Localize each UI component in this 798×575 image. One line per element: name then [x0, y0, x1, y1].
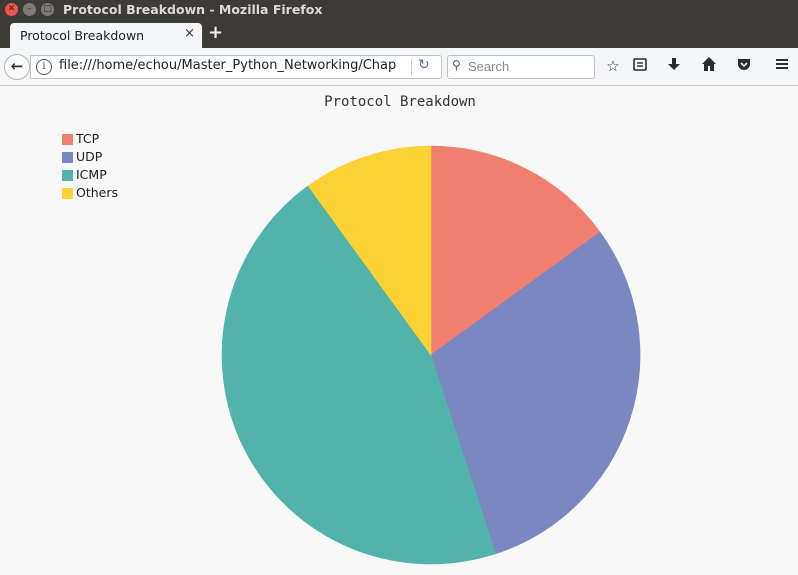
legend-label: Others — [76, 185, 119, 200]
reload-icon[interactable]: ↻ — [418, 57, 430, 73]
back-button[interactable]: ← — [4, 54, 30, 80]
navigation-toolbar: ← i file:///home/echou/Master_Python_Net… — [0, 48, 798, 86]
reading-list-icon[interactable] — [630, 56, 650, 76]
home-icon[interactable] — [699, 56, 719, 76]
legend-swatch — [62, 188, 73, 199]
legend-label: UDP — [76, 149, 103, 164]
legend-label: ICMP — [76, 167, 107, 182]
new-tab-button[interactable]: + — [208, 22, 223, 43]
magnifier-icon: ⚲ — [452, 58, 461, 72]
url-text[interactable]: file:///home/echou/Master_Python_Network… — [59, 58, 409, 73]
download-icon[interactable] — [664, 56, 684, 76]
url-bar[interactable]: i file:///home/echou/Master_Python_Netwo… — [30, 55, 442, 79]
window-minimize-icon[interactable]: – — [23, 3, 36, 16]
window-title: Protocol Breakdown - Mozilla Firefox — [63, 2, 323, 17]
tab-protocol-breakdown[interactable]: Protocol Breakdown × — [10, 23, 202, 49]
url-separator — [411, 59, 412, 75]
info-icon[interactable]: i — [36, 59, 52, 75]
tab-label: Protocol Breakdown — [20, 28, 145, 43]
window-maximize-icon[interactable]: □ — [41, 3, 54, 16]
menu-icon[interactable] — [772, 56, 792, 76]
legend-swatch — [62, 134, 73, 145]
search-input[interactable] — [468, 58, 588, 74]
star-icon[interactable]: ☆ — [603, 56, 623, 76]
legend-label: TCP — [76, 131, 100, 146]
legend-swatch — [62, 152, 73, 163]
tab-strip: Protocol Breakdown × + — [0, 20, 798, 49]
pocket-icon[interactable] — [734, 56, 754, 76]
page-content: Protocol Breakdown TCP UDP ICMP Others — [0, 86, 798, 575]
legend-swatch — [62, 170, 73, 181]
title-bar: ✕ – □ Protocol Breakdown - Mozilla Firef… — [0, 0, 798, 20]
search-bar[interactable]: ⚲ — [447, 55, 595, 79]
browser-window: ✕ – □ Protocol Breakdown - Mozilla Firef… — [0, 0, 798, 575]
pie-chart — [221, 145, 641, 565]
tab-close-icon[interactable]: × — [184, 26, 195, 41]
chart-title: Protocol Breakdown — [324, 94, 476, 110]
window-close-icon[interactable]: ✕ — [5, 3, 18, 16]
